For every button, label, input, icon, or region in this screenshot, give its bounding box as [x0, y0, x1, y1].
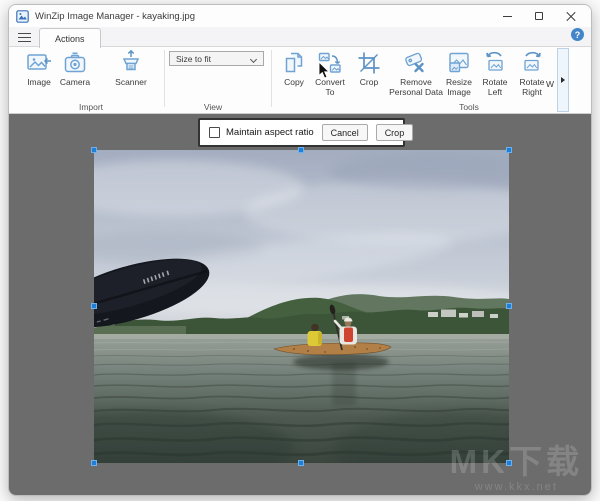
crop-handle-top-middle[interactable]: [298, 147, 304, 153]
maximize-icon: [535, 12, 543, 20]
close-button[interactable]: [555, 5, 587, 27]
view-size-dropdown[interactable]: Size to fit: [169, 51, 264, 66]
ribbon-separator: [164, 50, 165, 107]
crop-handle-bottom-right[interactable]: [506, 460, 512, 466]
ribbon-item-resize-image[interactable]: Resize Image: [439, 49, 479, 97]
scanner-icon: [108, 49, 154, 75]
copy-icon: [275, 49, 313, 75]
camera-icon: [53, 49, 97, 75]
crop-handle-top-right[interactable]: [506, 147, 512, 153]
maintain-aspect-ratio-checkbox[interactable]: [209, 127, 220, 138]
minimize-button[interactable]: [491, 5, 523, 27]
chevron-down-icon: [251, 57, 257, 63]
menu-tab-row: Actions: [9, 27, 591, 47]
minimize-icon: [503, 16, 512, 17]
kayaking-photo-graphic: [94, 150, 509, 463]
image-canvas: Maintain aspect ratio Cancel Crop: [9, 114, 591, 496]
ribbon-item-scanner[interactable]: Scanner: [108, 49, 154, 87]
maintain-aspect-ratio-label: Maintain aspect ratio: [226, 127, 314, 138]
group-label-tools: Tools: [443, 102, 495, 112]
title-bar[interactable]: WinZip Image Manager - kayaking.jpg: [9, 5, 591, 27]
ribbon-item-camera[interactable]: Camera: [53, 49, 97, 87]
maximize-button[interactable]: [523, 5, 555, 27]
ribbon-item-rotate-left[interactable]: Rotate Left: [478, 49, 512, 97]
rotate-right-icon: [514, 49, 550, 75]
convert-to-icon: [310, 49, 350, 75]
help-button[interactable]: ?: [571, 28, 584, 41]
group-label-view: View: [188, 102, 238, 112]
arrow-right-icon: [561, 77, 565, 83]
ribbon: Image Camera: [9, 47, 591, 114]
ribbon-item-copy[interactable]: Copy: [275, 49, 313, 87]
tab-actions[interactable]: Actions: [39, 28, 101, 48]
cancel-button[interactable]: Cancel: [322, 124, 368, 141]
resize-image-icon: [439, 49, 479, 75]
ribbon-item-convert-to[interactable]: Convert To: [310, 49, 350, 97]
crop-handle-top-left[interactable]: [91, 147, 97, 153]
mouse-cursor-icon: [318, 62, 330, 79]
crop-handle-bottom-middle[interactable]: [298, 460, 304, 466]
crop-handle-middle-left[interactable]: [91, 303, 97, 309]
ribbon-item-remove-personal-data[interactable]: Remove Personal Data: [385, 49, 447, 97]
photo-kayaking[interactable]: [94, 150, 509, 463]
remove-personal-data-icon: [385, 49, 447, 75]
crop-icon: [352, 49, 386, 75]
crop-button[interactable]: Crop: [376, 124, 414, 141]
ribbon-item-crop[interactable]: Crop: [352, 49, 386, 87]
app-logo-icon: [16, 10, 29, 23]
ribbon-item-rotate-right[interactable]: Rotate Right: [514, 49, 550, 97]
close-icon: [566, 11, 576, 21]
app-window: WinZip Image Manager - kayaking.jpg Acti…: [8, 4, 592, 496]
window-title: WinZip Image Manager - kayaking.jpg: [35, 11, 195, 22]
rotate-left-icon: [478, 49, 512, 75]
group-label-import: Import: [65, 102, 117, 112]
crop-handle-middle-right[interactable]: [506, 303, 512, 309]
ribbon-item-cut-off[interactable]: W: [546, 79, 556, 89]
ribbon-separator: [271, 50, 272, 107]
crop-toolbar: Maintain aspect ratio Cancel Crop: [198, 118, 405, 147]
hamburger-menu-button[interactable]: [18, 33, 31, 42]
ribbon-scroll-right-button[interactable]: [557, 48, 569, 112]
crop-handle-bottom-left[interactable]: [91, 460, 97, 466]
